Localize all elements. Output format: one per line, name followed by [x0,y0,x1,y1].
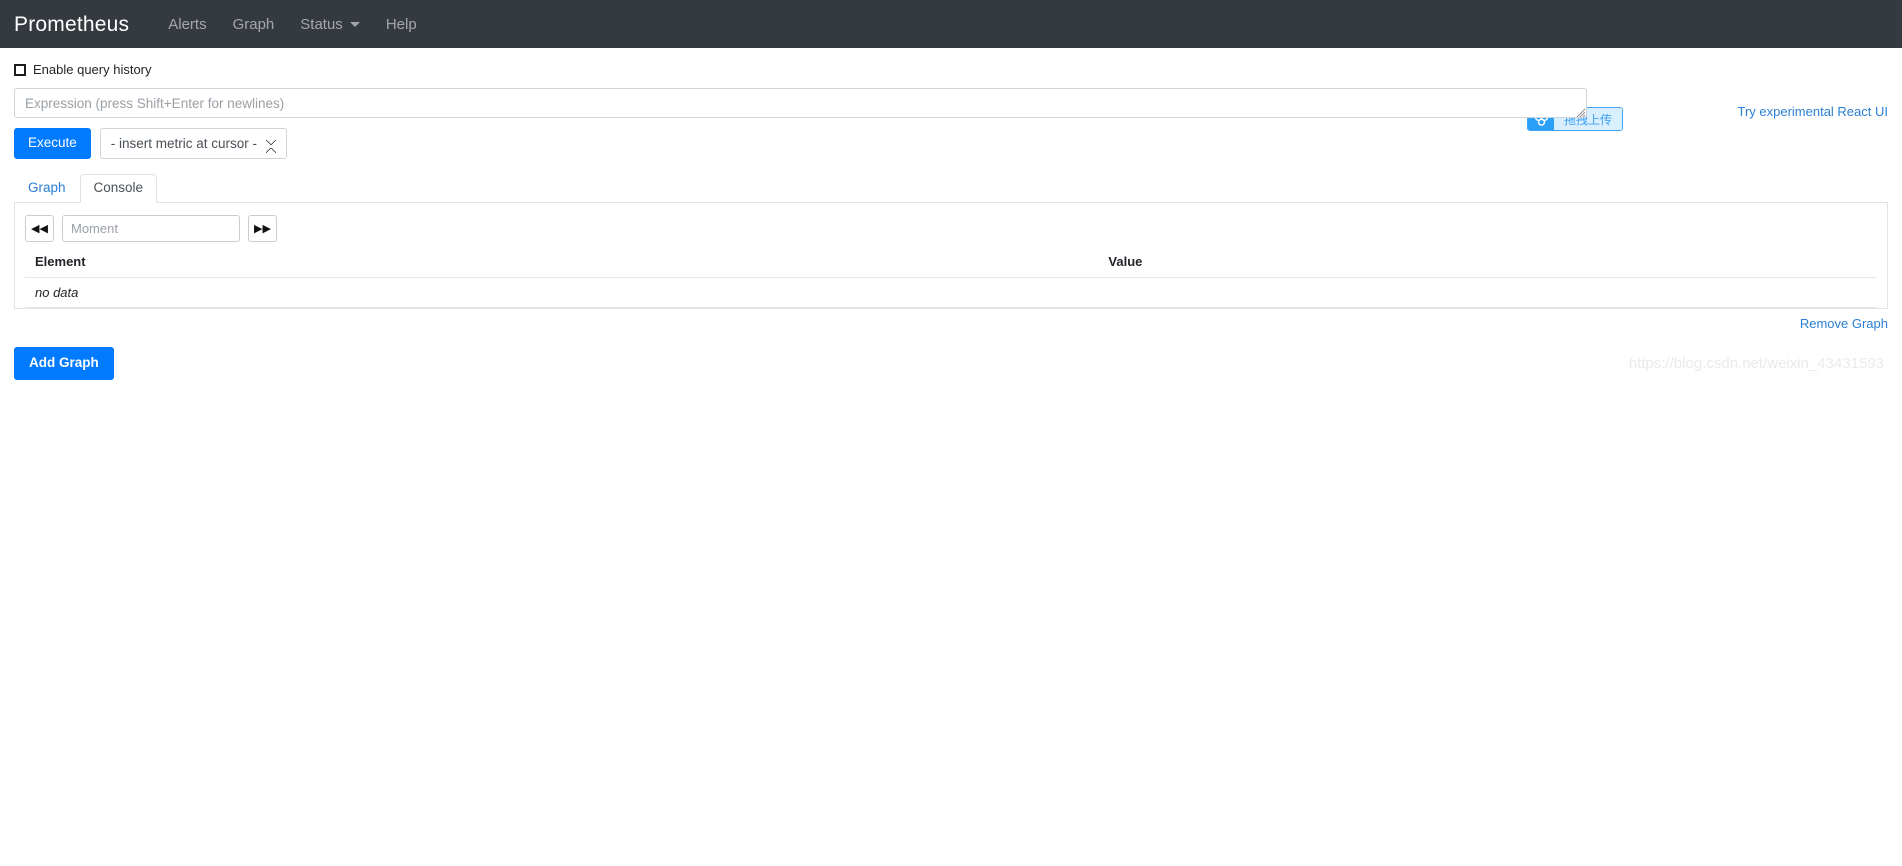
query-controls: Execute - insert metric at cursor - [14,128,1888,159]
nav-item-alerts[interactable]: Alerts [155,17,219,32]
nav-links: Alerts Graph Status Help [155,17,429,32]
chevron-down-icon [349,21,360,27]
enable-query-history-control[interactable]: Enable query history [14,62,152,77]
table-row: no data [25,277,1877,308]
results-table: Element Value no data [25,254,1877,308]
column-header-value: Value [1108,254,1877,278]
enable-query-history-checkbox[interactable] [14,63,26,76]
enable-query-history-label: Enable query history [33,62,152,77]
console-panel: ◀◀ ▶▶ Element Value no data [14,203,1888,309]
nav-item-help[interactable]: Help [373,17,430,32]
double-chevron-right-icon[interactable]: ▶▶ [248,215,277,242]
results-table-body: no data [25,277,1877,308]
tab-graph[interactable]: Graph [14,174,80,203]
nav-item-alerts-label: Alerts [168,15,207,33]
table-header-row: Element Value [25,254,1877,278]
moment-input[interactable] [62,215,240,242]
watermark: https://blog.csdn.net/weixin_43431593 [1628,354,1884,372]
page-body: Enable query history 拖拽上传 Try experiment… [0,48,1902,380]
add-graph-button[interactable]: Add Graph [14,347,114,380]
double-chevron-left-icon[interactable]: ◀◀ [25,215,54,242]
expression-input[interactable] [14,88,1587,118]
expression-wrapper [14,88,1888,118]
nav-item-graph[interactable]: Graph [220,17,288,32]
no-data-message: no data [25,277,1109,308]
column-header-element: Element [25,254,1109,278]
query-options-row: Enable query history [14,48,1888,84]
navbar: Prometheus Alerts Graph Status Help [0,0,1902,48]
results-table-head: Element Value [25,254,1877,278]
nav-item-status[interactable]: Status [287,17,373,32]
nav-item-status-label: Status [300,15,343,33]
nav-item-help-label: Help [385,15,417,33]
execute-button[interactable]: Execute [14,128,91,159]
brand-prometheus[interactable]: Prometheus [14,14,129,35]
remove-graph-row: Remove Graph [14,315,1888,333]
no-data-value-cell [1108,277,1877,308]
nav-item-graph-label: Graph [232,15,275,33]
panel-tabs: Graph Console [14,173,1888,203]
moment-row: ◀◀ ▶▶ [25,215,1877,242]
remove-graph-link[interactable]: Remove Graph [1800,316,1888,331]
insert-metric-select[interactable]: - insert metric at cursor - [99,128,287,159]
tab-console[interactable]: Console [79,174,158,203]
